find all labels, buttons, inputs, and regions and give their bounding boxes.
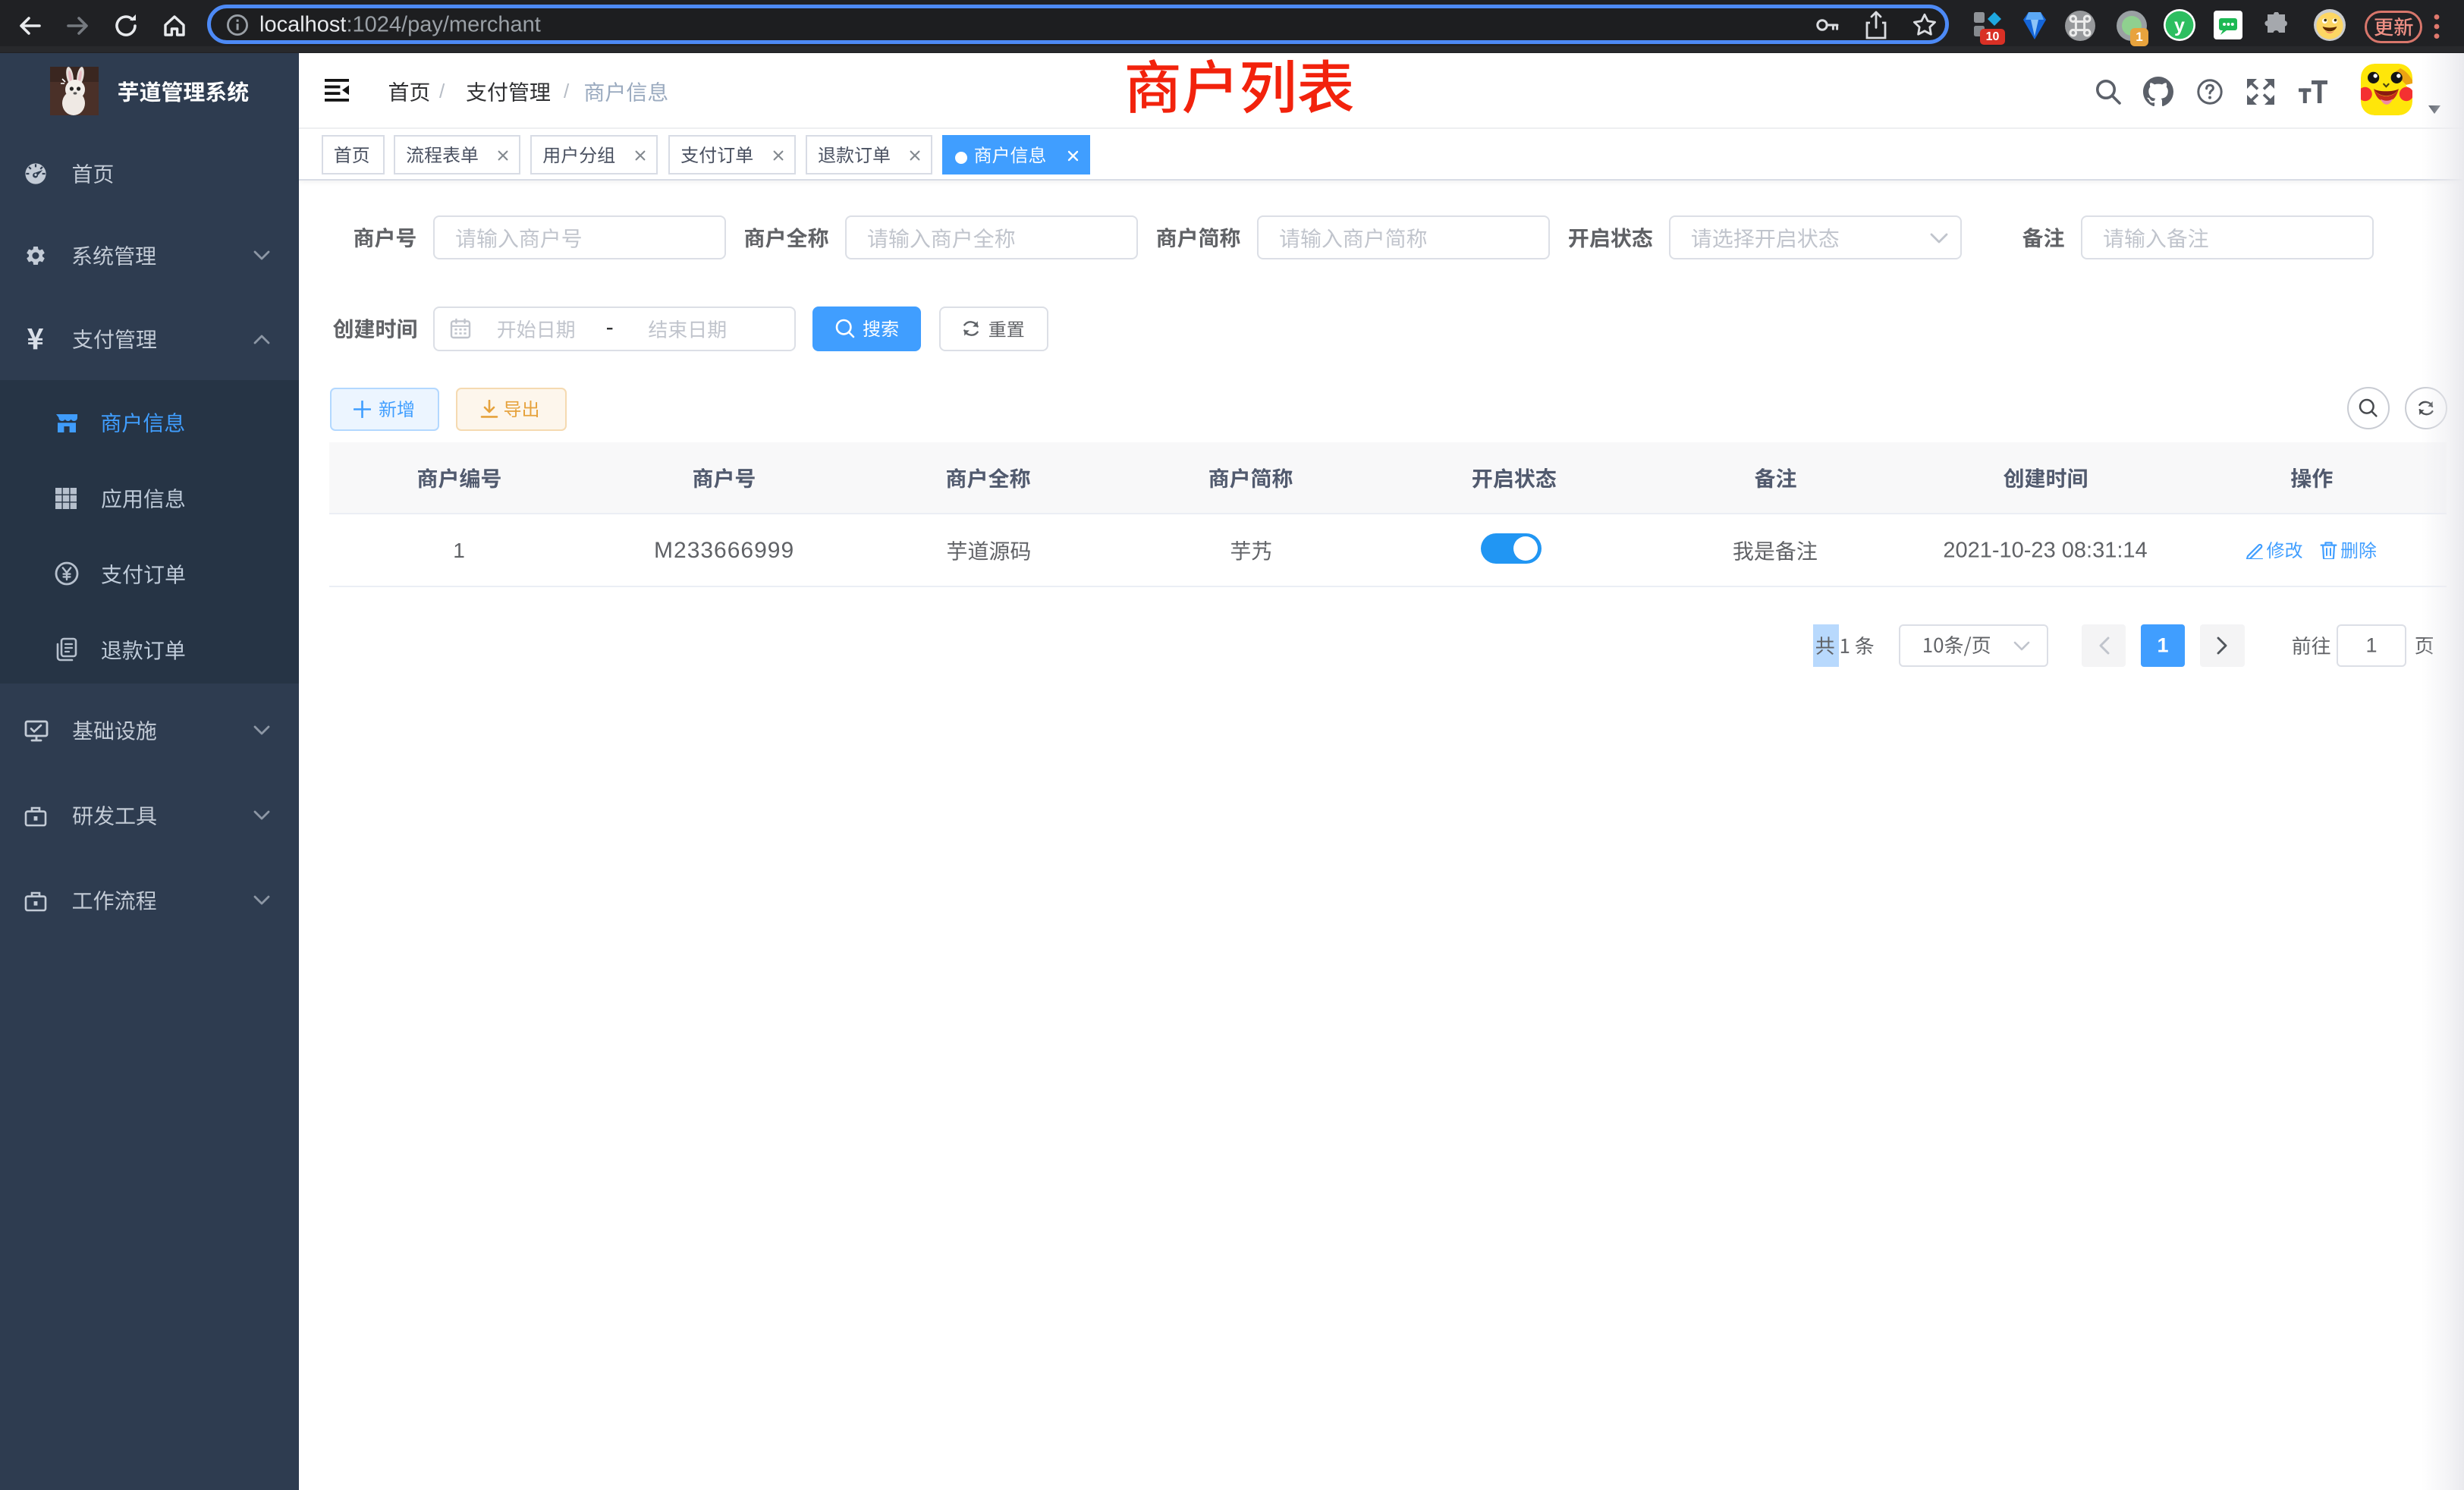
svg-text:y: y [2174, 15, 2185, 36]
